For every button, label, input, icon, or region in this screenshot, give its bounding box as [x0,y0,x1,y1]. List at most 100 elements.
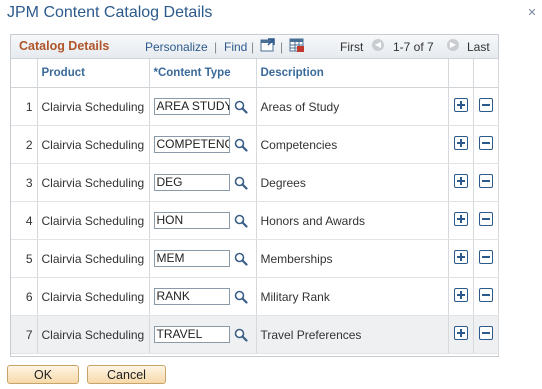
content-type-column-header: *Content Type [149,59,257,88]
content-type-cell: DEG [149,163,257,202]
content-type-input[interactable]: AREA STUDY [153,98,230,115]
view-all-icon[interactable] [260,38,276,52]
add-row-icon[interactable] [453,136,468,150]
next-arrow-icon[interactable]: ▶ [447,39,459,51]
content-type-input[interactable]: DEG [153,174,230,191]
last-label[interactable]: Last [467,40,490,54]
content-type-cell: COMPETENCY [149,125,257,164]
description-column-header: Description [256,59,449,88]
delete-column-header [473,59,499,88]
lookup-icon[interactable] [234,328,248,342]
lookup-icon[interactable] [234,290,248,304]
add-column-header [448,59,474,88]
add-row-icon[interactable] [453,326,468,340]
window-title: JPM Content Catalog Details [7,4,213,21]
row-number: 3 [11,163,38,202]
add-row-icon[interactable] [453,98,468,112]
find-link[interactable]: Find [224,40,247,54]
catalog-details-grid: Catalog Details Personalize | Find | | F… [10,34,499,357]
table-row: 7 Clairvia Scheduling TRAVEL Travel Prefere… [11,315,499,354]
lookup-icon[interactable] [234,100,248,114]
description-cell: Degrees [256,163,449,202]
toolbar-divider: | [214,40,218,54]
add-row-icon[interactable] [453,212,468,226]
table-header-row: Product *Content Type Description [11,59,499,88]
previous-arrow-icon[interactable]: ◀ [372,39,384,51]
description-cell: Areas of Study [256,87,449,126]
lookup-icon[interactable] [234,176,248,190]
delete-cell [473,201,499,240]
delete-row-icon[interactable] [478,98,493,112]
row-number: 5 [11,239,38,278]
toolbar-divider: | [280,40,284,54]
content-type-input[interactable]: RANK [153,288,230,305]
lookup-icon[interactable] [234,138,248,152]
row-range: 1-7 of 7 [393,40,434,54]
product-cell: Clairvia Scheduling [37,201,150,240]
row-number: 7 [11,315,38,354]
product-cell: Clairvia Scheduling [37,315,150,354]
personalize-link[interactable]: Personalize [145,40,208,54]
product-cell: Clairvia Scheduling [37,239,150,278]
lookup-icon[interactable] [234,214,248,228]
grid-title: Catalog Details [19,39,110,53]
first-label[interactable]: First [340,40,363,54]
description-cell: Competencies [256,125,449,164]
content-type-input[interactable]: HON [153,212,230,229]
add-cell [448,201,474,240]
toolbar-divider: | [251,40,255,54]
catalog-table: Product *Content Type Description 1 Clair… [11,59,499,354]
add-cell [448,125,474,164]
table-row: 4 Clairvia Scheduling HON Honors and Awards [11,201,499,240]
product-cell: Clairvia Scheduling [37,125,150,164]
row-number-header [11,59,38,88]
content-type-cell: MEM [149,239,257,278]
description-cell: Travel Preferences [256,315,449,354]
table-row: 3 Clairvia Scheduling DEG Degrees [11,163,499,202]
add-row-icon[interactable] [453,288,468,302]
delete-cell [473,163,499,202]
product-cell: Clairvia Scheduling [37,87,150,126]
table-row: 5 Clairvia Scheduling MEM Memberships [11,239,499,278]
row-number: 1 [11,87,38,126]
add-row-icon[interactable] [453,174,468,188]
product-cell: Clairvia Scheduling [37,163,150,202]
product-column-header: Product [37,59,150,88]
delete-row-icon[interactable] [478,136,493,150]
delete-row-icon[interactable] [478,288,493,302]
table-row: 2Clairvia SchedulingCOMPETENCY Competenci… [11,125,499,164]
delete-cell [473,87,499,126]
description-cell: Military Rank [256,277,449,316]
delete-row-icon[interactable] [478,326,493,340]
description-cell: Honors and Awards [256,201,449,240]
table-row: 1 Clairvia Scheduling AREA STUDY Areas of S… [11,87,499,126]
content-type-input[interactable]: TRAVEL [153,326,230,343]
delete-cell [473,239,499,278]
close-icon[interactable]: ✕ [524,5,540,21]
description-cell: Memberships [256,239,449,278]
add-cell [448,163,474,202]
delete-row-icon[interactable] [478,212,493,226]
content-type-cell: RANK [149,277,257,316]
product-cell: Clairvia Scheduling [37,277,150,316]
row-number: 6 [11,277,38,316]
content-type-cell: AREA STUDY [149,87,257,126]
download-excel-icon[interactable] [289,38,305,52]
content-type-cell: TRAVEL [149,315,257,354]
delete-cell [473,125,499,164]
row-number: 4 [11,201,38,240]
content-type-input[interactable]: MEM [153,250,230,267]
ok-button[interactable]: OK [7,365,79,384]
content-type-input[interactable]: COMPETENCY [153,136,230,153]
add-cell [448,277,474,316]
add-row-icon[interactable] [453,250,468,264]
grid-toolbar: Catalog Details Personalize | Find | | F… [11,35,498,59]
table-row: 6 Clairvia Scheduling RANK Military Rank [11,277,499,316]
delete-cell [473,277,499,316]
delete-row-icon[interactable] [478,250,493,264]
lookup-icon[interactable] [234,252,248,266]
cancel-button[interactable]: Cancel [87,365,166,384]
delete-row-icon[interactable] [478,174,493,188]
add-cell [448,239,474,278]
content-type-cell: HON [149,201,257,240]
